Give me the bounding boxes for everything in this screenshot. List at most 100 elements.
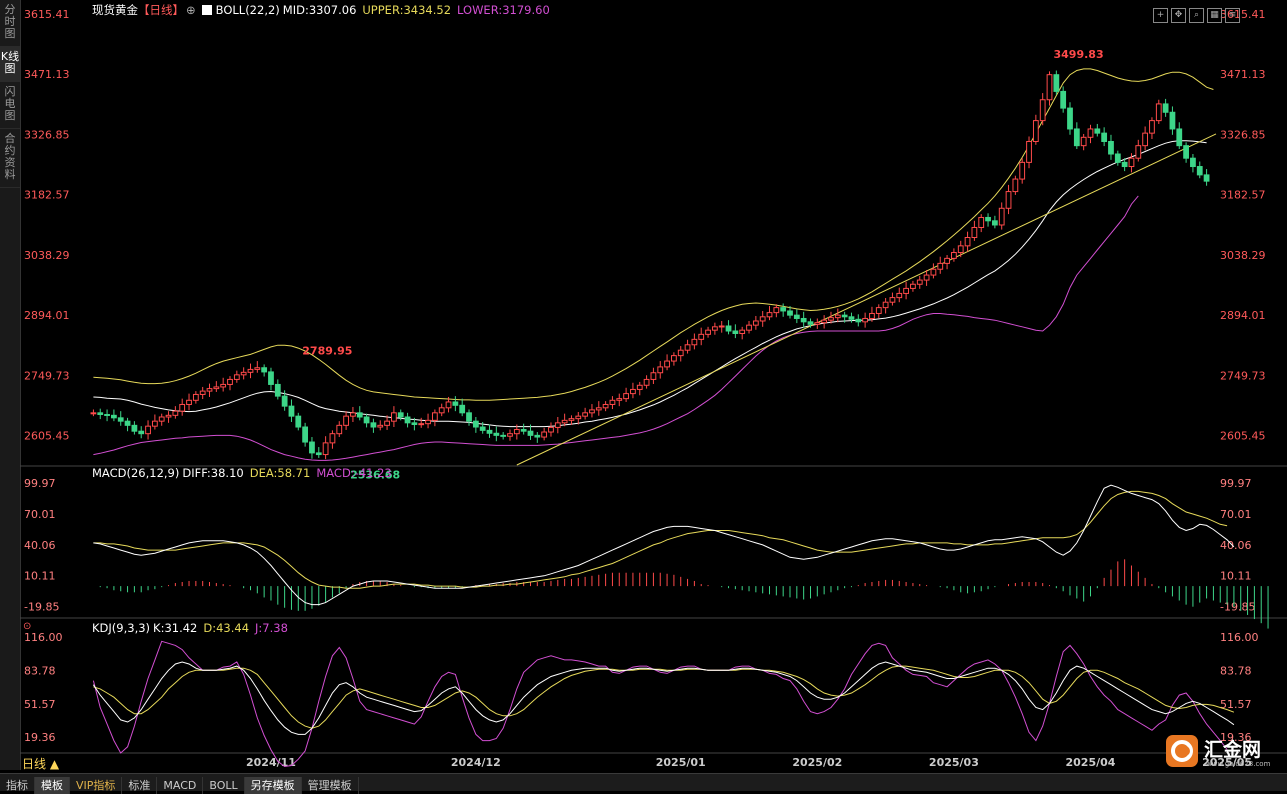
lock-icon[interactable]: ⊕ [186, 3, 196, 17]
candle-up [1128, 157, 1135, 168]
candle-down [1196, 166, 1203, 176]
x-tick-label: 2025/02 [792, 756, 842, 769]
side-tab-1[interactable]: K线图 [0, 47, 20, 82]
candle-up [698, 333, 705, 340]
candle-up [1046, 74, 1053, 101]
y-tick-label-left: 2749.73 [24, 369, 70, 382]
candle-down [991, 220, 998, 226]
macd-value-label: MACD:-41.23 [316, 466, 392, 480]
candle-down [1121, 161, 1128, 168]
kdj-name-label: KDJ(9,3,3) [92, 621, 151, 635]
y-tick-label-left: 2894.01 [24, 309, 70, 322]
y-tick-label-right: 2894.01 [1220, 309, 1266, 322]
candle-down [309, 441, 315, 454]
y-tick-label-left: 3615.41 [24, 8, 70, 21]
candle-up [582, 412, 589, 417]
bottom-tab-1[interactable]: 模板 [35, 777, 70, 794]
candle-up [1032, 120, 1039, 142]
candle-up [896, 292, 903, 299]
kdj-d-line [93, 665, 1235, 729]
candle-up [541, 431, 548, 438]
candle-down [124, 420, 131, 426]
candle-up [206, 388, 213, 392]
y-tick-label-right: 3038.29 [1220, 249, 1266, 262]
candle-up [944, 257, 950, 264]
candle-up [602, 403, 609, 409]
boll-icon[interactable] [201, 5, 212, 15]
candle-up [1149, 120, 1155, 134]
candle-up [158, 416, 165, 422]
price-annotation: 3499.83 [1054, 48, 1104, 61]
candle-up [869, 312, 875, 319]
candle-up [657, 366, 664, 374]
period-button[interactable]: 日线 ▲ [22, 756, 82, 772]
boll-lower-line [93, 195, 1139, 461]
candle-up [739, 329, 746, 335]
bottom-tab-2[interactable]: VIP指标 [70, 777, 123, 794]
candle-down [841, 314, 848, 318]
y-tick-label-right: 3182.57 [1220, 189, 1266, 202]
boll-upper-label: UPPER:3434.52 [362, 3, 452, 17]
y-tick-label-right: 10.11 [1220, 570, 1252, 583]
symbol-label: 现货黄金 [92, 3, 138, 17]
side-tab-2[interactable]: 闪电图 [0, 82, 20, 129]
candle-up [1155, 103, 1162, 122]
candle-down [97, 412, 104, 415]
candle-down [486, 429, 493, 434]
grid-icon[interactable]: ▦ [1207, 8, 1222, 23]
candle-up [828, 317, 834, 321]
y-tick-label-left: 40.06 [24, 539, 56, 552]
bottom-tab-0[interactable]: 指标 [0, 777, 35, 794]
candle-up [746, 324, 752, 331]
y-tick-label-right: 40.06 [1220, 539, 1252, 552]
candle-up [513, 429, 520, 435]
candle-down [793, 314, 800, 319]
boll-lower-label: LOWER:3179.60 [457, 3, 550, 17]
bottom-tab-6[interactable]: 另存模板 [244, 777, 302, 794]
x-tick-label: 2025/03 [929, 756, 979, 769]
stack-icon[interactable]: ≡ [1225, 8, 1240, 23]
candle-up [554, 422, 561, 428]
zoom-icon[interactable]: ⌕ [1189, 8, 1204, 23]
bottom-tab-3[interactable]: 标准 [122, 777, 158, 794]
candle-up [978, 216, 985, 228]
bottom-tab-7[interactable]: 管理模板 [302, 777, 359, 794]
chart-canvas: 3615.41 3615.413471.13 3471.133326.85 3326.… [20, 8, 1287, 769]
kdj-header: KDJ(9,3,3) K:31.42 D:43.44 J:7.38 [92, 621, 294, 635]
candle-up [199, 390, 206, 395]
bottom-tab-4[interactable]: MACD [157, 777, 204, 794]
candle-down [479, 426, 486, 431]
candle-up [705, 329, 711, 335]
candle-down [985, 216, 991, 222]
candle-up [930, 268, 937, 276]
candle-down [295, 415, 302, 428]
side-tab-3[interactable]: 合约资料 [0, 129, 20, 188]
y-tick-label-left: 70.01 [24, 508, 56, 521]
candle-up [889, 297, 896, 303]
candle-up [350, 412, 356, 417]
macd-diff-label: DIFF:38.10 [182, 466, 244, 480]
candle-down [780, 307, 787, 312]
candle-down [848, 316, 855, 320]
candle-down [315, 452, 322, 456]
candle-up [377, 424, 384, 428]
trend-line [516, 133, 1217, 466]
kdj-settings-icon[interactable]: ⊙ [23, 622, 33, 632]
candle-up [1039, 99, 1046, 122]
candle-up [957, 245, 964, 254]
move-icon[interactable]: ✥ [1171, 8, 1186, 23]
candle-up [220, 383, 227, 388]
candle-up [875, 307, 882, 314]
y-tick-label-left: 2605.45 [24, 430, 70, 443]
candle-down [527, 430, 534, 436]
bottom-tab-5[interactable]: BOLL [203, 777, 245, 794]
candle-up [227, 378, 233, 385]
side-tab-0[interactable]: 分时图 [0, 0, 20, 47]
candle-down [356, 412, 363, 418]
candle-down [404, 416, 411, 424]
candle-down [466, 412, 472, 422]
side-tabs: 分时图 K线图 闪电图 合约资料 [0, 0, 21, 770]
crosshair-icon[interactable]: + [1153, 8, 1168, 23]
candle-up [609, 399, 616, 405]
boll-indicator-label: BOLL(22,2) [215, 3, 280, 17]
